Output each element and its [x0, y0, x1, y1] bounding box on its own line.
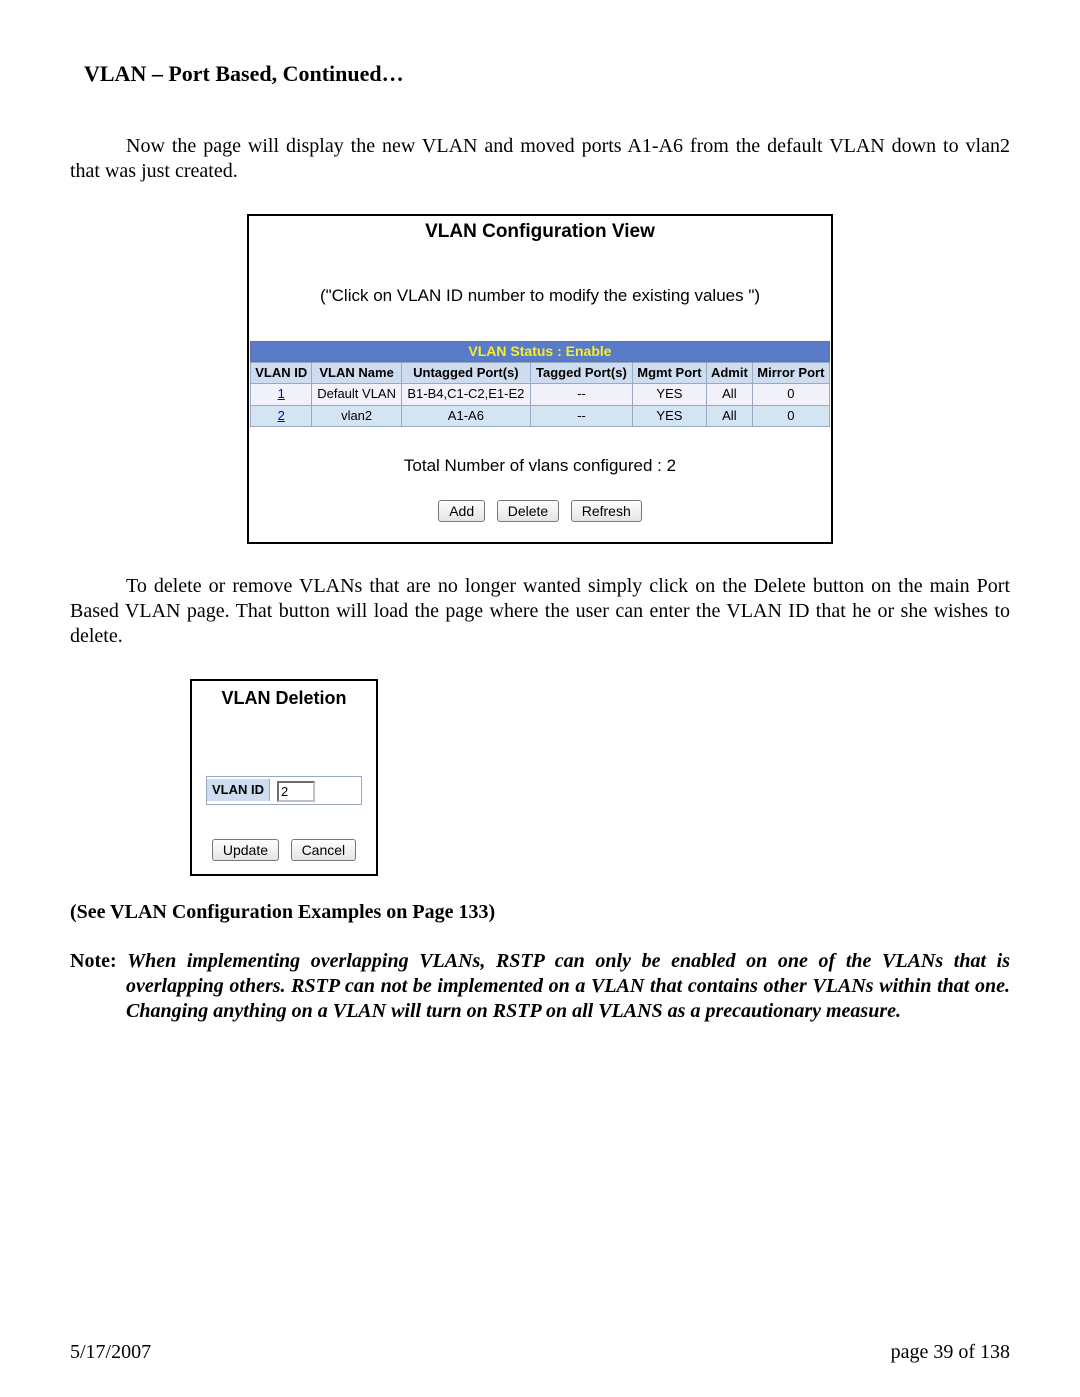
update-button[interactable]: Update	[212, 839, 279, 861]
cell-mgmt: YES	[632, 384, 706, 405]
col-admit: Admit	[707, 363, 753, 384]
refresh-button[interactable]: Refresh	[571, 500, 642, 522]
col-vlan-name: VLAN Name	[312, 363, 401, 384]
vlan-id-link-1[interactable]: 1	[278, 386, 285, 401]
cell-admit: All	[707, 405, 753, 426]
vlan-id-field-row: VLAN ID	[206, 776, 362, 805]
vlan-view-button-row: Add Delete Refresh	[250, 498, 830, 541]
cell-mirror: 0	[752, 405, 829, 426]
cell-tagged: --	[530, 405, 632, 426]
footer-page: page 39 of 138	[891, 1340, 1010, 1365]
vlan-table: VLAN ID VLAN Name Untagged Port(s) Tagge…	[250, 362, 830, 427]
note-paragraph: Note: When implementing overlapping VLAN…	[70, 949, 1010, 1024]
see-also-line: (See VLAN Configuration Examples on Page…	[70, 900, 1010, 925]
page-footer: 5/17/2007 page 39 of 138	[70, 1340, 1010, 1365]
vlan-deletion-button-row: Update Cancel	[192, 815, 376, 874]
table-row: 1 Default VLAN B1-B4,C1-C2,E1-E2 -- YES …	[251, 384, 830, 405]
cell-name: vlan2	[312, 405, 401, 426]
intro-paragraph-2: To delete or remove VLANs that are no lo…	[70, 574, 1010, 649]
page-heading: VLAN – Port Based, Continued…	[84, 60, 1010, 88]
cell-mirror: 0	[752, 384, 829, 405]
cell-tagged: --	[530, 384, 632, 405]
vlan-total-count: Total Number of vlans configured : 2	[250, 427, 830, 498]
col-tagged: Tagged Port(s)	[530, 363, 632, 384]
col-untagged: Untagged Port(s)	[401, 363, 530, 384]
cancel-button[interactable]: Cancel	[291, 839, 357, 861]
vlan-config-view-hint: ("Click on VLAN ID number to modify the …	[250, 245, 830, 340]
col-vlan-id: VLAN ID	[251, 363, 312, 384]
vlan-deletion-title: VLAN Deletion	[192, 681, 376, 712]
cell-admit: All	[707, 384, 753, 405]
col-mirror: Mirror Port	[752, 363, 829, 384]
vlan-config-view-panel: VLAN Configuration View ("Click on VLAN …	[247, 214, 833, 545]
table-row: 2 vlan2 A1-A6 -- YES All 0	[251, 405, 830, 426]
cell-mgmt: YES	[632, 405, 706, 426]
footer-date: 5/17/2007	[70, 1340, 151, 1365]
vlan-table-header-row: VLAN ID VLAN Name Untagged Port(s) Tagge…	[251, 363, 830, 384]
delete-button[interactable]: Delete	[497, 500, 559, 522]
vlan-id-label: VLAN ID	[207, 779, 270, 801]
cell-untagged: A1-A6	[401, 405, 530, 426]
cell-untagged: B1-B4,C1-C2,E1-E2	[401, 384, 530, 405]
vlan-config-view-title: VLAN Configuration View	[250, 217, 830, 246]
add-button[interactable]: Add	[438, 500, 485, 522]
intro-paragraph-1-text: Now the page will display the new VLAN a…	[70, 135, 1010, 182]
note-body: When implementing overlapping VLANs, RST…	[126, 950, 1010, 1022]
vlan-id-link-2[interactable]: 2	[278, 408, 285, 423]
vlan-status-bar: VLAN Status : Enable	[250, 341, 830, 363]
col-mgmt: Mgmt Port	[632, 363, 706, 384]
note-label: Note:	[70, 950, 127, 972]
intro-paragraph-2-text: To delete or remove VLANs that are no lo…	[70, 575, 1010, 647]
vlan-deletion-panel: VLAN Deletion VLAN ID Update Cancel	[190, 679, 378, 876]
vlan-id-input[interactable]	[277, 781, 315, 802]
intro-paragraph-1: Now the page will display the new VLAN a…	[70, 134, 1010, 184]
cell-name: Default VLAN	[312, 384, 401, 405]
